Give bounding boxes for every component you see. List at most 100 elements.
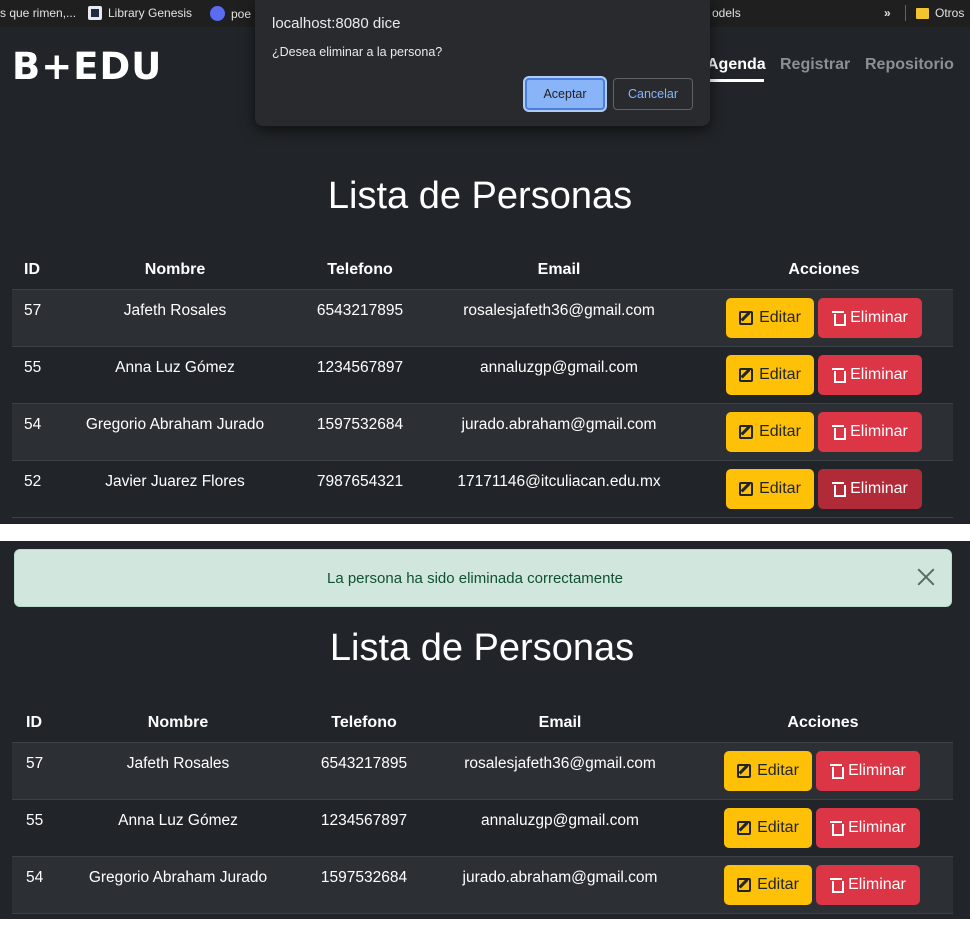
dialog-cancel-button[interactable]: Cancelar bbox=[613, 78, 693, 110]
cell-telefono: 1597532684 bbox=[316, 416, 404, 433]
bottom-margin bbox=[0, 919, 970, 925]
folder-icon bbox=[916, 7, 929, 19]
delete-button[interactable]: Eliminar bbox=[818, 412, 922, 452]
bookmark-item[interactable]: Library Genesis bbox=[88, 6, 192, 20]
bookmark-item[interactable]: s que rimen,... bbox=[0, 6, 76, 20]
cell-telefono: 1597532684 bbox=[320, 869, 408, 886]
edit-icon bbox=[739, 368, 754, 382]
book-icon bbox=[88, 6, 102, 20]
table-row: 55 Anna Luz Gómez 1234567897 annaluzgp@g… bbox=[12, 346, 953, 403]
screenshot-before: s que rimen,... Library Genesis poe odel… bbox=[0, 0, 970, 524]
table-row: 57 Jafeth Rosales 6543217895 rosalesjafe… bbox=[12, 742, 953, 799]
cell-id: 57 bbox=[26, 755, 44, 772]
delete-button[interactable]: Eliminar bbox=[816, 808, 920, 848]
cell-telefono: 6543217895 bbox=[320, 755, 408, 772]
delete-button-label: Eliminar bbox=[848, 762, 906, 779]
cell-telefono: 1234567897 bbox=[320, 812, 408, 829]
delete-button[interactable]: Eliminar bbox=[818, 355, 922, 395]
table-bottom-border bbox=[12, 517, 953, 518]
bookmarks-overflow-button[interactable]: » bbox=[884, 6, 891, 20]
delete-button[interactable]: Eliminar bbox=[816, 751, 920, 791]
nav-link-repositorio[interactable]: Repositorio bbox=[865, 56, 954, 74]
table-row: 54 Gregorio Abraham Jurado 1597532684 ju… bbox=[12, 856, 953, 913]
cell-id: 57 bbox=[24, 302, 42, 319]
column-header-nombre: Nombre bbox=[144, 261, 206, 278]
edit-button[interactable]: Editar bbox=[724, 865, 812, 905]
column-header-telefono: Telefono bbox=[331, 714, 397, 731]
cell-email: 17171146@itculiacan.edu.mx bbox=[457, 473, 661, 490]
nav-link-agenda[interactable]: Agenda bbox=[707, 56, 766, 74]
cell-email: rosalesjafeth36@gmail.com bbox=[463, 302, 655, 319]
alert-message: La persona ha sido eliminada correctamen… bbox=[326, 570, 623, 587]
column-header-telefono: Telefono bbox=[327, 261, 393, 278]
edit-button[interactable]: Editar bbox=[726, 298, 814, 338]
trash-icon bbox=[830, 764, 845, 779]
poe-icon bbox=[210, 6, 225, 21]
table-row: 55 Anna Luz Gómez 1234567897 annaluzgp@g… bbox=[12, 799, 953, 856]
delete-button-label: Eliminar bbox=[850, 480, 908, 497]
delete-button[interactable]: Eliminar bbox=[818, 469, 922, 509]
edit-button[interactable]: Editar bbox=[726, 412, 814, 452]
edit-button[interactable]: Editar bbox=[726, 469, 814, 509]
cell-nombre: Gregorio Abraham Jurado bbox=[88, 869, 268, 886]
trash-icon bbox=[830, 878, 845, 893]
edit-button-label: Editar bbox=[759, 423, 801, 440]
cell-email: annaluzgp@gmail.com bbox=[481, 812, 639, 829]
delete-button-label: Eliminar bbox=[850, 309, 908, 326]
cell-email: rosalesjafeth36@gmail.com bbox=[464, 755, 656, 772]
cell-id: 54 bbox=[26, 869, 44, 886]
screenshot-after: La persona ha sido eliminada correctamen… bbox=[0, 541, 970, 919]
delete-button[interactable]: Eliminar bbox=[816, 865, 920, 905]
bookmark-label: Otros bbox=[935, 6, 965, 20]
page-title: Lista de Personas bbox=[327, 175, 633, 217]
bookmark-label: odels bbox=[712, 6, 741, 20]
edit-button-label: Editar bbox=[759, 309, 801, 326]
cell-nombre: Anna Luz Gómez bbox=[118, 812, 238, 829]
trash-icon bbox=[832, 368, 847, 383]
edit-button[interactable]: Editar bbox=[724, 751, 812, 791]
edit-button-label: Editar bbox=[757, 876, 799, 893]
dialog-title: localhost:8080 dice bbox=[272, 15, 401, 32]
bookmark-item[interactable]: poe bbox=[210, 6, 251, 21]
cell-telefono: 6543217895 bbox=[316, 302, 404, 319]
delete-button[interactable]: Eliminar bbox=[818, 298, 922, 338]
cell-id: 54 bbox=[24, 416, 42, 433]
trash-icon bbox=[830, 821, 845, 836]
edit-button-label: Editar bbox=[757, 762, 799, 779]
edit-button[interactable]: Editar bbox=[726, 355, 814, 395]
edit-button-label: Editar bbox=[759, 480, 801, 497]
trash-icon bbox=[832, 482, 847, 497]
cell-email: annaluzgp@gmail.com bbox=[480, 359, 638, 376]
close-icon[interactable] bbox=[915, 566, 937, 588]
trash-icon bbox=[832, 311, 847, 326]
delete-button-label: Eliminar bbox=[850, 366, 908, 383]
cell-email: jurado.abraham@gmail.com bbox=[461, 416, 657, 433]
chevron-double-right-icon: » bbox=[884, 6, 891, 20]
bookmark-folder-otros[interactable]: Otros bbox=[916, 6, 964, 20]
success-alert: La persona ha sido eliminada correctamen… bbox=[14, 549, 952, 607]
edit-icon bbox=[739, 311, 754, 325]
nav-link-registrar[interactable]: Registrar bbox=[780, 56, 850, 74]
column-header-acciones: Acciones bbox=[788, 261, 860, 278]
screenshot-separator bbox=[0, 524, 970, 541]
edit-icon bbox=[737, 878, 752, 892]
cell-id: 52 bbox=[24, 473, 42, 490]
table-header: ID Nombre Telefono Email Acciones bbox=[12, 703, 953, 743]
cell-email: jurado.abraham@gmail.com bbox=[462, 869, 658, 886]
column-header-email: Email bbox=[537, 261, 581, 278]
cell-nombre: Jafeth Rosales bbox=[126, 755, 230, 772]
bookmark-item[interactable]: odels bbox=[712, 6, 741, 20]
cell-telefono: 7987654321 bbox=[316, 473, 404, 490]
edit-button[interactable]: Editar bbox=[724, 808, 812, 848]
table-row: 52 Javier Juarez Flores 7987654321 17171… bbox=[12, 460, 953, 517]
logo[interactable]: B+EDU bbox=[12, 45, 162, 88]
column-header-email: Email bbox=[538, 714, 582, 731]
column-header-id: ID bbox=[24, 261, 40, 278]
edit-icon bbox=[739, 425, 754, 439]
edit-icon bbox=[739, 482, 754, 496]
cell-nombre: Javier Juarez Flores bbox=[105, 473, 245, 490]
delete-button-label: Eliminar bbox=[848, 876, 906, 893]
delete-button-label: Eliminar bbox=[848, 819, 906, 836]
cell-id: 55 bbox=[24, 359, 42, 376]
dialog-accept-button[interactable]: Aceptar bbox=[525, 78, 605, 110]
